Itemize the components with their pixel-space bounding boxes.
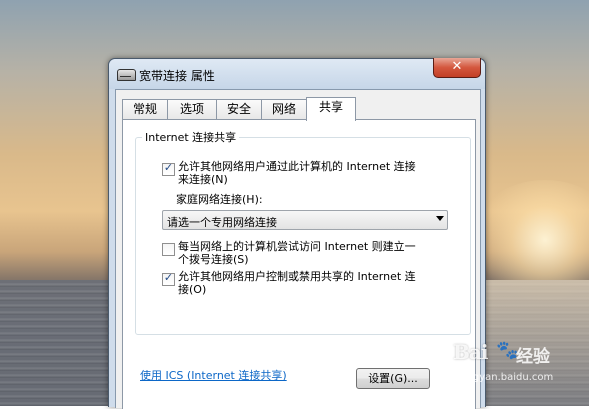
allow-connect-label-line1: 允许其他网络用户通过此计算机的 Internet 连接 bbox=[178, 160, 416, 173]
dial-on-demand-checkbox[interactable] bbox=[162, 243, 175, 256]
tab-sharing[interactable]: 共享 bbox=[306, 97, 356, 121]
baidu-jingyan-watermark: Bai 🐾 经验 jingyan.baidu.com bbox=[445, 336, 585, 396]
ics-help-link[interactable]: 使用 ICS (Internet 连接共享) bbox=[140, 367, 287, 383]
broadband-connection-icon bbox=[117, 69, 136, 81]
chevron-down-icon bbox=[436, 216, 444, 221]
dial-on-demand-label-line1: 每当网络上的计算机尝试访问 Internet 则建立一 bbox=[178, 240, 416, 253]
watermark-url: jingyan.baidu.com bbox=[461, 372, 554, 383]
close-button[interactable]: ✕ bbox=[433, 58, 481, 78]
title-bar[interactable]: 宽带连接 属性 ✕ bbox=[109, 58, 485, 89]
home-network-select[interactable]: 请选一个专用网络连接 bbox=[162, 210, 448, 230]
checkmark-icon: ✓ bbox=[163, 161, 174, 174]
settings-button[interactable]: 设置(G)... bbox=[356, 368, 430, 389]
tab-networking[interactable]: 网络 bbox=[261, 99, 307, 119]
tab-options[interactable]: 选项 bbox=[167, 99, 217, 119]
dialog-client-area: 常规 选项 安全 网络 共享 Internet 连接共享 ✓ 允许其他网络用户通… bbox=[115, 89, 481, 409]
tab-general[interactable]: 常规 bbox=[122, 99, 168, 119]
tab-security[interactable]: 安全 bbox=[216, 99, 262, 119]
ics-group-box: Internet 连接共享 ✓ 允许其他网络用户通过此计算机的 Internet… bbox=[135, 129, 471, 335]
dial-on-demand-label-line2: 个拨号连接(S) bbox=[178, 253, 249, 266]
watermark-brand-suffix: 经验 bbox=[516, 347, 550, 367]
allow-control-checkbox[interactable]: ✓ bbox=[162, 271, 175, 286]
properties-dialog: 宽带连接 属性 ✕ 常规 选项 安全 网络 共享 Internet 连接共享 ✓… bbox=[108, 58, 486, 409]
allow-connect-checkbox[interactable]: ✓ bbox=[162, 161, 175, 176]
home-network-label: 家庭网络连接(H): bbox=[176, 193, 263, 206]
checkmark-icon: ✓ bbox=[163, 271, 174, 284]
allow-control-label-line1: 允许其他网络用户控制或禁用共享的 Internet 连 bbox=[178, 270, 416, 283]
ics-group-title: Internet 连接共享 bbox=[142, 129, 240, 145]
allow-control-label-line2: 接(O) bbox=[178, 283, 207, 296]
window-title: 宽带连接 属性 bbox=[139, 69, 215, 83]
sharing-tab-panel: Internet 连接共享 ✓ 允许其他网络用户通过此计算机的 Internet… bbox=[122, 119, 476, 409]
home-network-select-value: 请选一个专用网络连接 bbox=[167, 216, 277, 229]
allow-connect-label-line2: 来连接(N) bbox=[178, 173, 228, 186]
watermark-brand: Bai bbox=[453, 340, 488, 364]
